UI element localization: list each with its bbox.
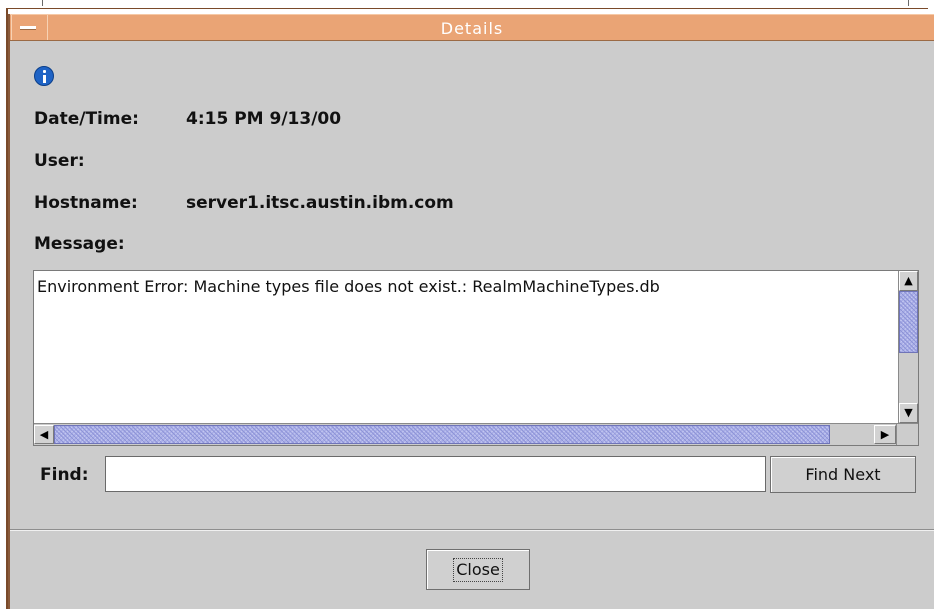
find-label: Find:: [40, 465, 89, 485]
scroll-corner: [896, 423, 918, 445]
separator: [10, 529, 934, 531]
scroll-left-button[interactable]: ◀: [34, 425, 54, 444]
window-title: Details: [440, 19, 504, 38]
hostname-label: Hostname:: [34, 193, 138, 213]
message-text: Environment Error: Machine types file do…: [37, 277, 660, 296]
title-bar[interactable]: Details: [10, 14, 934, 41]
frame-tick: [908, 0, 909, 6]
vertical-scrollbar[interactable]: ▲ ▼: [898, 271, 918, 423]
user-label: User:: [34, 151, 85, 171]
find-next-button[interactable]: Find Next: [770, 456, 916, 493]
horizontal-scroll-thumb[interactable]: [54, 425, 830, 444]
scroll-up-button[interactable]: ▲: [899, 271, 918, 291]
message-label: Message:: [34, 234, 125, 254]
frame-tick: [42, 0, 43, 6]
message-text-area[interactable]: Environment Error: Machine types file do…: [33, 270, 919, 446]
vertical-scroll-thumb[interactable]: [899, 291, 918, 353]
datetime-value: 4:15 PM 9/13/00: [186, 109, 342, 129]
close-button-label: Close: [453, 558, 503, 582]
find-input[interactable]: [105, 456, 766, 492]
scroll-down-button[interactable]: ▼: [899, 403, 918, 423]
hostname-value: server1.itsc.austin.ibm.com: [186, 193, 454, 213]
horizontal-scrollbar[interactable]: ◀ ▶: [34, 423, 898, 445]
close-button[interactable]: Close: [426, 549, 530, 590]
scroll-right-button[interactable]: ▶: [874, 425, 896, 444]
window-frame-top: [6, 8, 928, 9]
datetime-label: Date/Time:: [34, 109, 139, 129]
info-icon: [34, 66, 54, 86]
